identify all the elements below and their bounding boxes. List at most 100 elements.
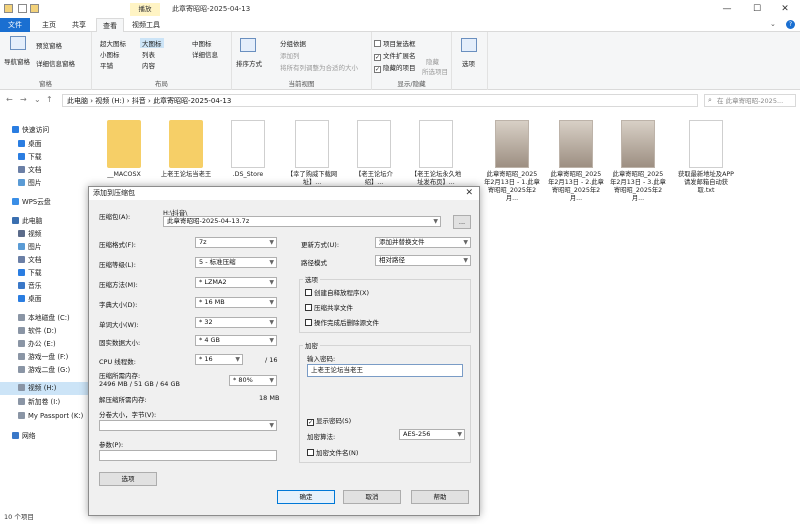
layout-list[interactable]: 列表 xyxy=(142,49,155,59)
details-pane-button[interactable]: 详细信息窗格 xyxy=(36,58,75,68)
layout-content[interactable]: 内容 xyxy=(142,60,155,70)
shared-checkbox[interactable]: 压缩共享文件 xyxy=(305,302,353,312)
file-ext-toggle[interactable]: ✓ 文件扩展名 xyxy=(374,50,416,61)
forward-icon[interactable]: → xyxy=(20,95,27,104)
sidebar-item-13[interactable]: 本地磁盘 (C:) xyxy=(0,312,70,325)
sidebar-item-8[interactable]: 图片 xyxy=(0,241,42,254)
tab-video-tools[interactable]: 视频工具 xyxy=(128,18,164,32)
hidden-items-toggle[interactable]: ✓ 隐藏的项目 xyxy=(374,62,416,73)
file-item[interactable]: 获取最新地址及APP请发邮箱自动获取.txt xyxy=(678,120,734,195)
threads-select[interactable]: * 16 ▼ xyxy=(195,354,243,365)
file-item[interactable]: 【幸了购威下载网址】... xyxy=(284,120,340,187)
level-select[interactable]: 5 - 标准压缩 ▼ xyxy=(195,257,277,268)
options-button[interactable]: 选项 xyxy=(462,58,475,68)
delete-source-checkbox[interactable]: 操作完成后删除源文件 xyxy=(305,317,379,327)
layout-small-icons[interactable]: 小图标 xyxy=(100,49,120,59)
group-by-button[interactable]: 分组依据 xyxy=(280,38,306,48)
tab-home[interactable]: 主页 xyxy=(36,18,62,32)
sidebar-item-19[interactable]: 新加卷 (I:) xyxy=(0,396,60,409)
sidebar-item-14[interactable]: 软件 (D:) xyxy=(0,325,57,338)
back-icon[interactable]: ← xyxy=(6,95,13,104)
file-item[interactable]: 此章寄昭昭_2025年2月13日 - 1.此章寄昭昭_2025年2月... xyxy=(484,120,540,203)
file-item[interactable]: 上老王论坛当老王 xyxy=(158,120,214,179)
preview-pane-button[interactable]: 预览窗格 xyxy=(36,40,62,50)
sidebar-item-1[interactable]: 桌面 xyxy=(0,138,42,151)
add-column-button[interactable]: 添加列 xyxy=(280,50,300,60)
close-icon[interactable]: ✕ xyxy=(465,187,473,200)
search-input[interactable]: 在 此章寄昭昭-2025... xyxy=(704,94,796,107)
layout-medium-icons[interactable]: 中图标 xyxy=(192,38,212,48)
sidebar-item-17[interactable]: 游戏二盘 (G:) xyxy=(0,364,70,377)
browse-button[interactable]: ... xyxy=(453,215,471,229)
dict-select[interactable]: * 16 MB ▼ xyxy=(195,297,277,308)
file-item[interactable]: 【老王论坛介绍】... xyxy=(346,120,402,187)
file-item[interactable]: 此章寄昭昭_2025年2月13日 - 3.此章寄昭昭_2025年2月... xyxy=(610,120,666,203)
sidebar-item-21[interactable]: 网络 xyxy=(0,430,36,443)
word-select[interactable]: * 32 ▼ xyxy=(195,317,277,328)
file-item[interactable]: __MACOSX xyxy=(96,120,152,179)
sidebar-item-6[interactable]: 此电脑 xyxy=(0,215,42,228)
sidebar-item-4[interactable]: 图片 xyxy=(0,177,42,190)
split-size-combo[interactable]: ▼ xyxy=(99,420,277,431)
file-item[interactable]: .DS_Store xyxy=(220,120,276,179)
layout-details[interactable]: 详细信息 xyxy=(192,49,218,59)
archive-name-combo[interactable]: 此章寄昭昭-2025-04-13.7z ▼ xyxy=(163,216,441,227)
sidebar-item-18[interactable]: 视频 (H:) xyxy=(0,382,88,395)
ok-button[interactable]: 确定 xyxy=(277,490,335,504)
fit-columns-button[interactable]: 将所有列调整为合适的大小 xyxy=(280,62,358,72)
encrypt-names-checkbox[interactable]: 加密文件名(N) xyxy=(307,447,358,457)
sidebar-item-12[interactable]: 桌面 xyxy=(0,293,42,306)
sidebar-item-3[interactable]: 文档 xyxy=(0,164,42,177)
breadcrumb-item[interactable]: 视频 (H:) xyxy=(95,97,124,105)
tab-share[interactable]: 共享 xyxy=(66,18,92,32)
file-item[interactable]: 【老王论坛永久地址发布页】... xyxy=(408,120,464,187)
chevron-down-icon[interactable]: ⌄ xyxy=(34,95,41,104)
minimize-button[interactable]: — xyxy=(712,0,742,18)
sidebar-item-11[interactable]: 音乐 xyxy=(0,280,42,293)
tab-view[interactable]: 查看 xyxy=(96,18,124,32)
sidebar-item-2[interactable]: 下载 xyxy=(0,151,42,164)
close-button[interactable]: ✕ xyxy=(770,0,800,18)
sidebar-item-15[interactable]: 办公 (E:) xyxy=(0,338,56,351)
context-tab-play[interactable]: 播放 xyxy=(130,3,160,16)
pathmode-select[interactable]: 相对路径 ▼ xyxy=(375,255,471,266)
layout-tiles[interactable]: 平铺 xyxy=(100,60,113,70)
sidebar-item-10[interactable]: 下载 xyxy=(0,267,42,280)
enc-method-select[interactable]: AES-256 ▼ xyxy=(399,429,465,440)
help-button[interactable]: 帮助 xyxy=(411,490,469,504)
layout-xl-icons[interactable]: 超大图标 xyxy=(100,38,126,48)
mem-percent-select[interactable]: * 80% ▼ xyxy=(229,375,277,386)
format-select[interactable]: 7z ▼ xyxy=(195,237,277,248)
sidebar-item-5[interactable]: WPS云盘 xyxy=(0,196,51,209)
breadcrumb-item[interactable]: 抖音 xyxy=(132,97,146,105)
tab-file[interactable]: 文件 xyxy=(0,18,30,32)
show-password-checkbox[interactable]: ✓ 显示密码(S) xyxy=(307,415,351,426)
sidebar-item-7[interactable]: 视频 xyxy=(0,228,42,241)
update-select[interactable]: 添加并替换文件 ▼ xyxy=(375,237,471,248)
sidebar-item-9[interactable]: 文档 xyxy=(0,254,42,267)
sfx-checkbox[interactable]: 创建自释放程序(X) xyxy=(305,287,369,297)
sort-button[interactable]: 排序方式 xyxy=(236,58,262,68)
solid-select[interactable]: * 4 GB ▼ xyxy=(195,335,277,346)
help-icon[interactable]: ? xyxy=(786,20,795,29)
file-item[interactable]: 此章寄昭昭_2025年2月13日 - 2.此章寄昭昭_2025年2月... xyxy=(548,120,604,203)
password-input[interactable]: 上老王论坛当老王 xyxy=(307,364,463,377)
hide-selected-button[interactable]: 隐藏 xyxy=(426,56,439,66)
sidebar-item-20[interactable]: My Passport (K:) xyxy=(0,410,83,423)
nav-pane-button[interactable]: 导航窗格 xyxy=(4,56,30,66)
breadcrumb[interactable]: 此电脑 › 视频 (H:) › 抖音 › 此章寄昭昭-2025-04-13 xyxy=(62,94,698,107)
method-select[interactable]: * LZMA2 ▼ xyxy=(195,277,277,288)
breadcrumb-item[interactable]: 此电脑 xyxy=(67,97,88,105)
item-checkbox-toggle[interactable]: 项目复选框 xyxy=(374,38,416,48)
sidebar-item-0[interactable]: 快速访问 xyxy=(0,124,49,137)
options-button[interactable]: 选项 xyxy=(99,472,157,486)
maximize-button[interactable]: ☐ xyxy=(742,0,772,18)
params-input[interactable] xyxy=(99,450,277,461)
properties-icon[interactable] xyxy=(18,4,27,13)
breadcrumb-item[interactable]: 此章寄昭昭-2025-04-13 xyxy=(153,97,231,105)
layout-large-icons[interactable]: 大图标 xyxy=(140,38,164,48)
up-icon[interactable]: ↑ xyxy=(46,95,53,104)
new-folder-icon[interactable] xyxy=(30,4,39,13)
sidebar-item-16[interactable]: 游戏一盘 (F:) xyxy=(0,351,68,364)
cancel-button[interactable]: 取消 xyxy=(343,490,401,504)
